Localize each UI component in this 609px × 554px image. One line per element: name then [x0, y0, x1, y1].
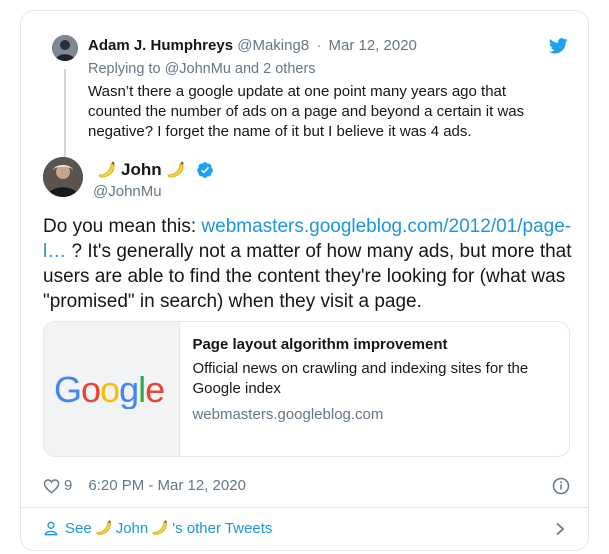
- replying-suffix[interactable]: and 2 others: [235, 61, 316, 77]
- banana-icon: [98, 161, 115, 178]
- author-name-row[interactable]: John: [93, 160, 214, 180]
- author-avatar[interactable]: [43, 157, 83, 197]
- replying-mention[interactable]: @JohnMu: [165, 61, 231, 77]
- heart-icon[interactable]: [43, 478, 60, 494]
- link-preview-card[interactable]: Google Page layout algorithm improvement…: [43, 321, 570, 457]
- author-handle[interactable]: @JohnMu: [93, 183, 162, 200]
- like-count[interactable]: 9: [64, 477, 72, 494]
- tweet-text-body: ? It's generally not a matter of how man…: [43, 241, 572, 312]
- parent-tweet-date[interactable]: Mar 12, 2020: [329, 37, 417, 54]
- link-preview-thumbnail: Google: [44, 322, 181, 456]
- replying-prefix: Replying to: [88, 61, 161, 77]
- footer-author-name: John: [115, 519, 149, 537]
- link-preview-title: Page layout algorithm improvement: [192, 336, 448, 353]
- svg-text:Google: Google: [54, 369, 164, 409]
- info-icon[interactable]: [552, 477, 570, 495]
- embedded-tweet-card: Adam J. Humphreys @Making8 · Mar 12, 202…: [20, 10, 589, 551]
- author-name[interactable]: John: [121, 160, 162, 180]
- footer-prefix: See: [65, 519, 92, 537]
- parent-tweet[interactable]: Adam J. Humphreys @Making8 · Mar 12, 202…: [21, 11, 588, 161]
- chevron-right-icon[interactable]: [554, 522, 566, 536]
- banana-icon: [152, 520, 167, 535]
- tweet-text-intro: Do you mean this:: [43, 216, 202, 237]
- thread-line: [64, 69, 66, 157]
- tweet-timestamp[interactable]: 6:20 PM - Mar 12, 2020: [88, 477, 246, 494]
- verified-badge-icon: [196, 162, 213, 178]
- divider: [21, 507, 588, 508]
- header-separator: ·: [316, 37, 322, 54]
- see-other-tweets-link[interactable]: See John 's other Tweets: [43, 519, 272, 537]
- link-preview-description: Official news on crawling and indexing s…: [192, 360, 529, 397]
- parent-author-name[interactable]: Adam J. Humphreys: [88, 37, 233, 54]
- link-preview-domain: webmasters.googleblog.com: [192, 406, 384, 423]
- banana-icon: [95, 520, 111, 535]
- parent-tweet-text: Wasn’t there a google update at one poin…: [88, 83, 525, 140]
- replying-to-line: Replying to @JohnMu and 2 others: [88, 61, 316, 77]
- tweet-meta: 9 6:20 PM - Mar 12, 2020: [43, 477, 246, 494]
- link-preview-body: Page layout algorithm improvement Offici…: [180, 322, 569, 456]
- parent-author-handle[interactable]: @Making8: [237, 37, 309, 54]
- banana-icon: [166, 161, 184, 178]
- twitter-bird-icon[interactable]: [549, 38, 568, 54]
- footer-suffix: 's other Tweets: [172, 519, 273, 537]
- person-icon: [44, 521, 58, 536]
- tweet-text: Do you mean this: webmasters.googleblog.…: [43, 214, 578, 314]
- parent-author-avatar[interactable]: [52, 35, 78, 61]
- google-logo: Google: [54, 369, 165, 409]
- parent-tweet-header: Adam J. Humphreys @Making8 · Mar 12, 202…: [88, 37, 417, 54]
